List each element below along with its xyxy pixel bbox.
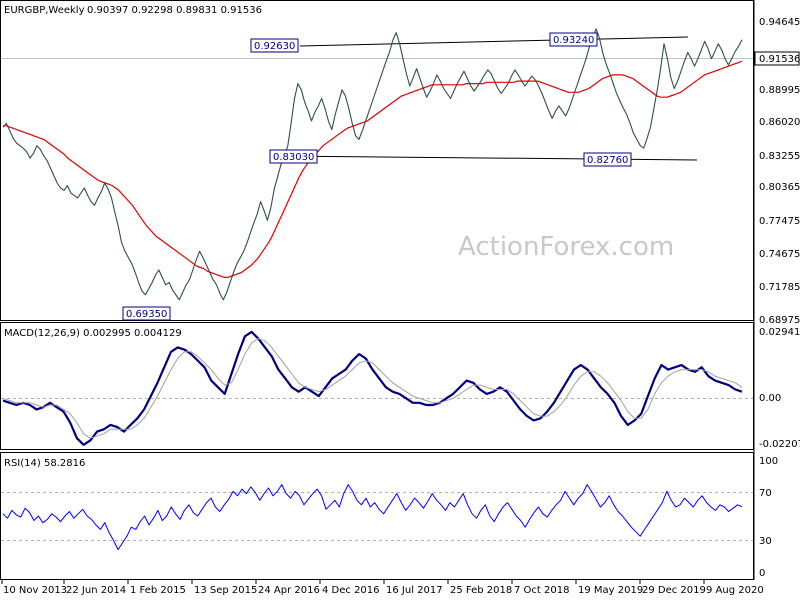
price-y-tick: 0.71785 [759, 282, 800, 293]
price-y-tick: 0.74675 [759, 249, 800, 260]
chart-ohlc: 0.90397 0.92298 0.89831 0.91536 [87, 5, 262, 16]
annotation-label: 0.92630 [254, 41, 295, 52]
annotation-0.93240: 0.93240 [549, 32, 598, 47]
rsi-panel [0, 452, 754, 580]
x-axis-label: 24 Apr 2016 [258, 585, 320, 596]
x-axis-label: 19 May 2019 [578, 585, 643, 596]
annotation-label: 0.83030 [273, 152, 314, 163]
x-axis-label: 13 Sep 2015 [194, 585, 257, 596]
annotation-0.92630: 0.92630 [250, 38, 299, 53]
price-y-tick: 0.94645 [759, 17, 800, 28]
macd-y-tick: -0.022074 [759, 439, 800, 450]
macd-y-tick: 0.029412 [759, 327, 800, 338]
price-y-tick: 0.77475 [759, 216, 800, 227]
x-axis-label: 25 Feb 2018 [450, 585, 512, 596]
x-axis-label: 22 Jun 2014 [66, 585, 126, 596]
rsi-y-tick: 70 [759, 488, 772, 499]
rsi-y-tick: 30 [759, 536, 772, 547]
macd-title: MACD(12,26,9) 0.002995 0.004129 [4, 328, 182, 339]
price-y-tick: 0.83255 [759, 151, 800, 162]
last-price-label: 0.91536 [759, 54, 800, 65]
price-y-tick: 0.68975 [759, 315, 800, 326]
rsi-y-tick: 100 [759, 456, 778, 467]
rsi-title: RSI(14) 58.2816 [4, 458, 85, 469]
price-panel [0, 0, 754, 321]
price-y-tick: 0.80365 [759, 182, 800, 193]
rsi-y-tick: 0 [759, 568, 765, 579]
annotation-label: 0.69350 [126, 309, 167, 320]
x-axis-label: 16 Jul 2017 [386, 585, 443, 596]
x-axis-label: 10 Nov 2013 [3, 585, 67, 596]
annotation-label: 0.82760 [587, 155, 628, 166]
annotation-0.82760: 0.82760 [583, 152, 632, 167]
watermark: ActionForex.com [458, 232, 674, 262]
x-axis: 10 Nov 2013 22 Jun 2014 1 Feb 2015 13 Se… [1, 580, 764, 596]
eurgbp-weekly-chart: ActionForex.com EURGBP,Weekly 0.90397 0.… [0, 0, 800, 596]
annotation-0.69350: 0.69350 [122, 306, 171, 321]
x-axis-label: 4 Dec 2016 [322, 585, 380, 596]
chart-symbol-timeframe: EURGBP,Weekly [4, 5, 85, 16]
x-axis-label: 29 Dec 2019 [642, 585, 706, 596]
price-y-tick: 0.86020 [759, 117, 800, 128]
annotation-0.83030: 0.83030 [269, 149, 318, 164]
x-axis-label: 7 Oct 2018 [514, 585, 569, 596]
x-axis-label: 1 Feb 2015 [130, 585, 186, 596]
x-axis-label: 9 Aug 2020 [706, 585, 764, 596]
macd-panel [0, 322, 754, 450]
annotation-label: 0.93240 [553, 35, 594, 46]
price-y-tick: 0.88995 [759, 85, 800, 96]
macd-y-tick: 0.00 [759, 393, 781, 404]
